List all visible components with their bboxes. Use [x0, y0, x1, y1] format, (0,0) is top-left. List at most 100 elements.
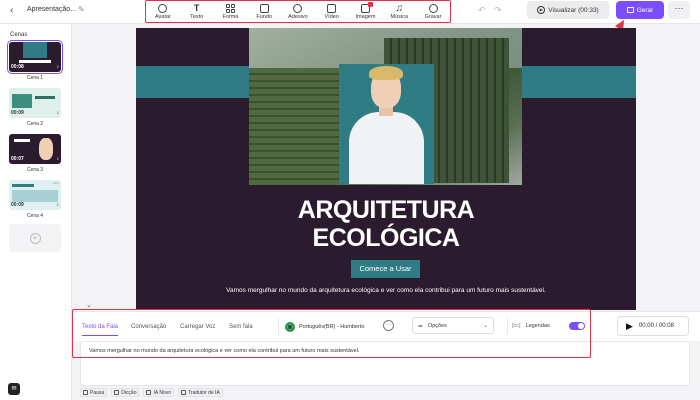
play-circle-icon: ▶ [537, 6, 546, 14]
tool-label: Música [390, 13, 408, 20]
tab-conversation[interactable]: Conversação [131, 324, 166, 330]
tool-avatar[interactable]: Avatar [148, 3, 178, 20]
shape-icon [225, 3, 235, 13]
options-dropdown[interactable]: ⚌ Opções ⌄ [412, 317, 494, 334]
avatar-presenter[interactable] [339, 64, 434, 184]
redo-icon[interactable]: ↷ [494, 5, 502, 16]
ai-new-tool[interactable]: IA Novo [143, 388, 174, 397]
diction-tool[interactable]: Dicção [111, 388, 140, 397]
audio-player: ▶ 00:00 / 00:08 [617, 316, 689, 336]
tool-label: Adesivo [288, 13, 308, 20]
sliders-icon: ⚌ [418, 322, 423, 329]
tool-label: Avatar [154, 13, 171, 20]
cta-button[interactable]: Comece a Usar [351, 260, 420, 278]
background-icon [259, 3, 269, 13]
tool-background[interactable]: Fundo [249, 3, 279, 20]
chevron-down-icon: ⌄ [482, 323, 488, 329]
add-scene-button[interactable]: + [9, 224, 61, 252]
scene-duration: 00:08 [11, 64, 24, 70]
scene-thumbnail-2[interactable]: ⋯ 00:09 ♪ Cena 2 [9, 88, 61, 127]
script-textarea[interactable]: Vamos mergulhar no mundo da arquitetura … [80, 341, 690, 386]
tab-upload-voice[interactable]: Carregar Voz [180, 324, 215, 330]
ai-translator-tool[interactable]: Tradutor de IA [178, 388, 223, 397]
more-icon[interactable]: ⋯ [53, 180, 59, 187]
tool-label: Forma [222, 13, 239, 20]
scene-label: Cena 4 [26, 213, 44, 219]
music-icon: ♫ [395, 2, 403, 14]
tab-speech-text[interactable]: Texto da Fala [82, 324, 119, 336]
project-title[interactable]: Apresentação... [27, 6, 76, 13]
pencil-icon[interactable]: ✎ [78, 5, 85, 14]
slide-canvas[interactable]: ARQUITETURA ECOLÓGICA Comece a Usar Vamo… [136, 28, 636, 310]
scene-duration: 00:09 [11, 202, 24, 208]
text-icon: T [193, 2, 200, 13]
captions-icon: [cc] [512, 322, 521, 329]
audio-icon: ♪ [56, 202, 60, 208]
scenes-sidebar: Cenas 00:08 ♪ Cena 1 ⋯ 00:09 ♪ Cena 2 00… [0, 24, 72, 400]
tool-label: Imagem [355, 13, 376, 20]
scene-duration: 00:09 [11, 110, 24, 116]
tool-label: Vídeo [324, 13, 339, 20]
translate-icon [181, 390, 186, 395]
tab-no-speech[interactable]: Sem fala [229, 324, 253, 330]
options-label: Opções [427, 322, 447, 329]
scenes-title: Cenas [10, 32, 28, 38]
more-options-button[interactable]: ··· [668, 1, 690, 19]
generate-button[interactable]: Gerar [616, 1, 664, 19]
voice-name: Português(BR) - Humberto [299, 323, 365, 330]
preview-button[interactable]: ▶ Visualizar (00:33) [527, 1, 609, 19]
scene-thumbnail-3[interactable]: 00:07 ♪ Cena 3 [9, 134, 61, 173]
tool-video[interactable]: Vídeo [317, 3, 347, 20]
undo-icon[interactable]: ↶ [478, 5, 486, 16]
tool-label: Fundo [256, 13, 272, 20]
voice-selector[interactable]: Português(BR) - Humberto [278, 318, 398, 335]
scene-thumbnail-4[interactable]: ⋯ 00:09 ♪ Cena 4 [9, 180, 61, 219]
play-icon[interactable]: ▶ [626, 321, 633, 332]
generate-label: Gerar [636, 6, 654, 14]
more-icon[interactable]: ⋯ [53, 88, 59, 95]
audio-icon: ♪ [56, 110, 60, 116]
tool-sticker[interactable]: Adesivo [283, 3, 313, 20]
avatar-icon [158, 3, 168, 13]
record-icon [428, 3, 438, 13]
back-arrow-icon[interactable]: ‹ [10, 5, 22, 17]
time-readout: 00:00 / 00:08 [638, 323, 674, 329]
captions-toggle[interactable] [569, 321, 585, 330]
scene-label: Cena 2 [26, 121, 44, 127]
audio-icon: ♪ [56, 64, 60, 70]
preview-label: Visualizar (00:33) [548, 6, 599, 14]
tool-music[interactable]: ♫ Música [384, 2, 414, 20]
tool-text[interactable]: T Texto [182, 2, 212, 20]
scene-duration: 00:07 [11, 156, 24, 162]
insert-toolbar: Avatar T Texto Forma Fundo Adesivo Vídeo… [145, 0, 451, 23]
generate-icon [626, 7, 634, 13]
pause-tool[interactable]: Pausa [80, 388, 108, 397]
tool-image[interactable]: Imagem [350, 1, 380, 20]
tool-label: Texto [190, 13, 204, 20]
brazil-flag-icon [285, 321, 295, 332]
collapse-chevron-icon[interactable]: ⌄ [86, 301, 92, 309]
tool-shape[interactable]: Forma [215, 3, 245, 20]
pause-icon [83, 390, 88, 395]
plus-icon: + [29, 232, 41, 244]
sticker-icon [293, 3, 303, 13]
script-tools: Pausa Dicção IA Novo Tradutor de IA [80, 388, 223, 397]
slide-subtitle[interactable]: Vamos mergulhar no mundo da arquitetura … [136, 287, 636, 294]
video-icon [327, 3, 337, 13]
captions-control: [cc] Legendas [507, 317, 585, 334]
audio-icon: ♪ [56, 156, 60, 162]
scene-label: Cena 3 [26, 167, 44, 173]
scene-thumbnail-1[interactable]: 00:08 ♪ Cena 1 [7, 40, 63, 81]
voice-more-icon[interactable]: ··· [383, 320, 394, 331]
image-icon [360, 1, 373, 13]
top-bar: ‹ Apresentação... ✎ Avatar T Texto Forma… [0, 0, 700, 24]
tool-record[interactable]: Gravar [418, 3, 448, 20]
tool-label: Gravar [424, 13, 442, 20]
ai-icon [146, 390, 152, 395]
slide-heading[interactable]: ARQUITETURA ECOLÓGICA [136, 196, 636, 252]
chat-help-icon[interactable]: ✉ [8, 383, 20, 395]
diction-icon [114, 390, 120, 395]
script-text: Vamos mergulhar no mundo da arquitetura … [89, 348, 360, 354]
new-badge [367, 1, 373, 7]
scene-label: Cena 1 [26, 75, 44, 81]
